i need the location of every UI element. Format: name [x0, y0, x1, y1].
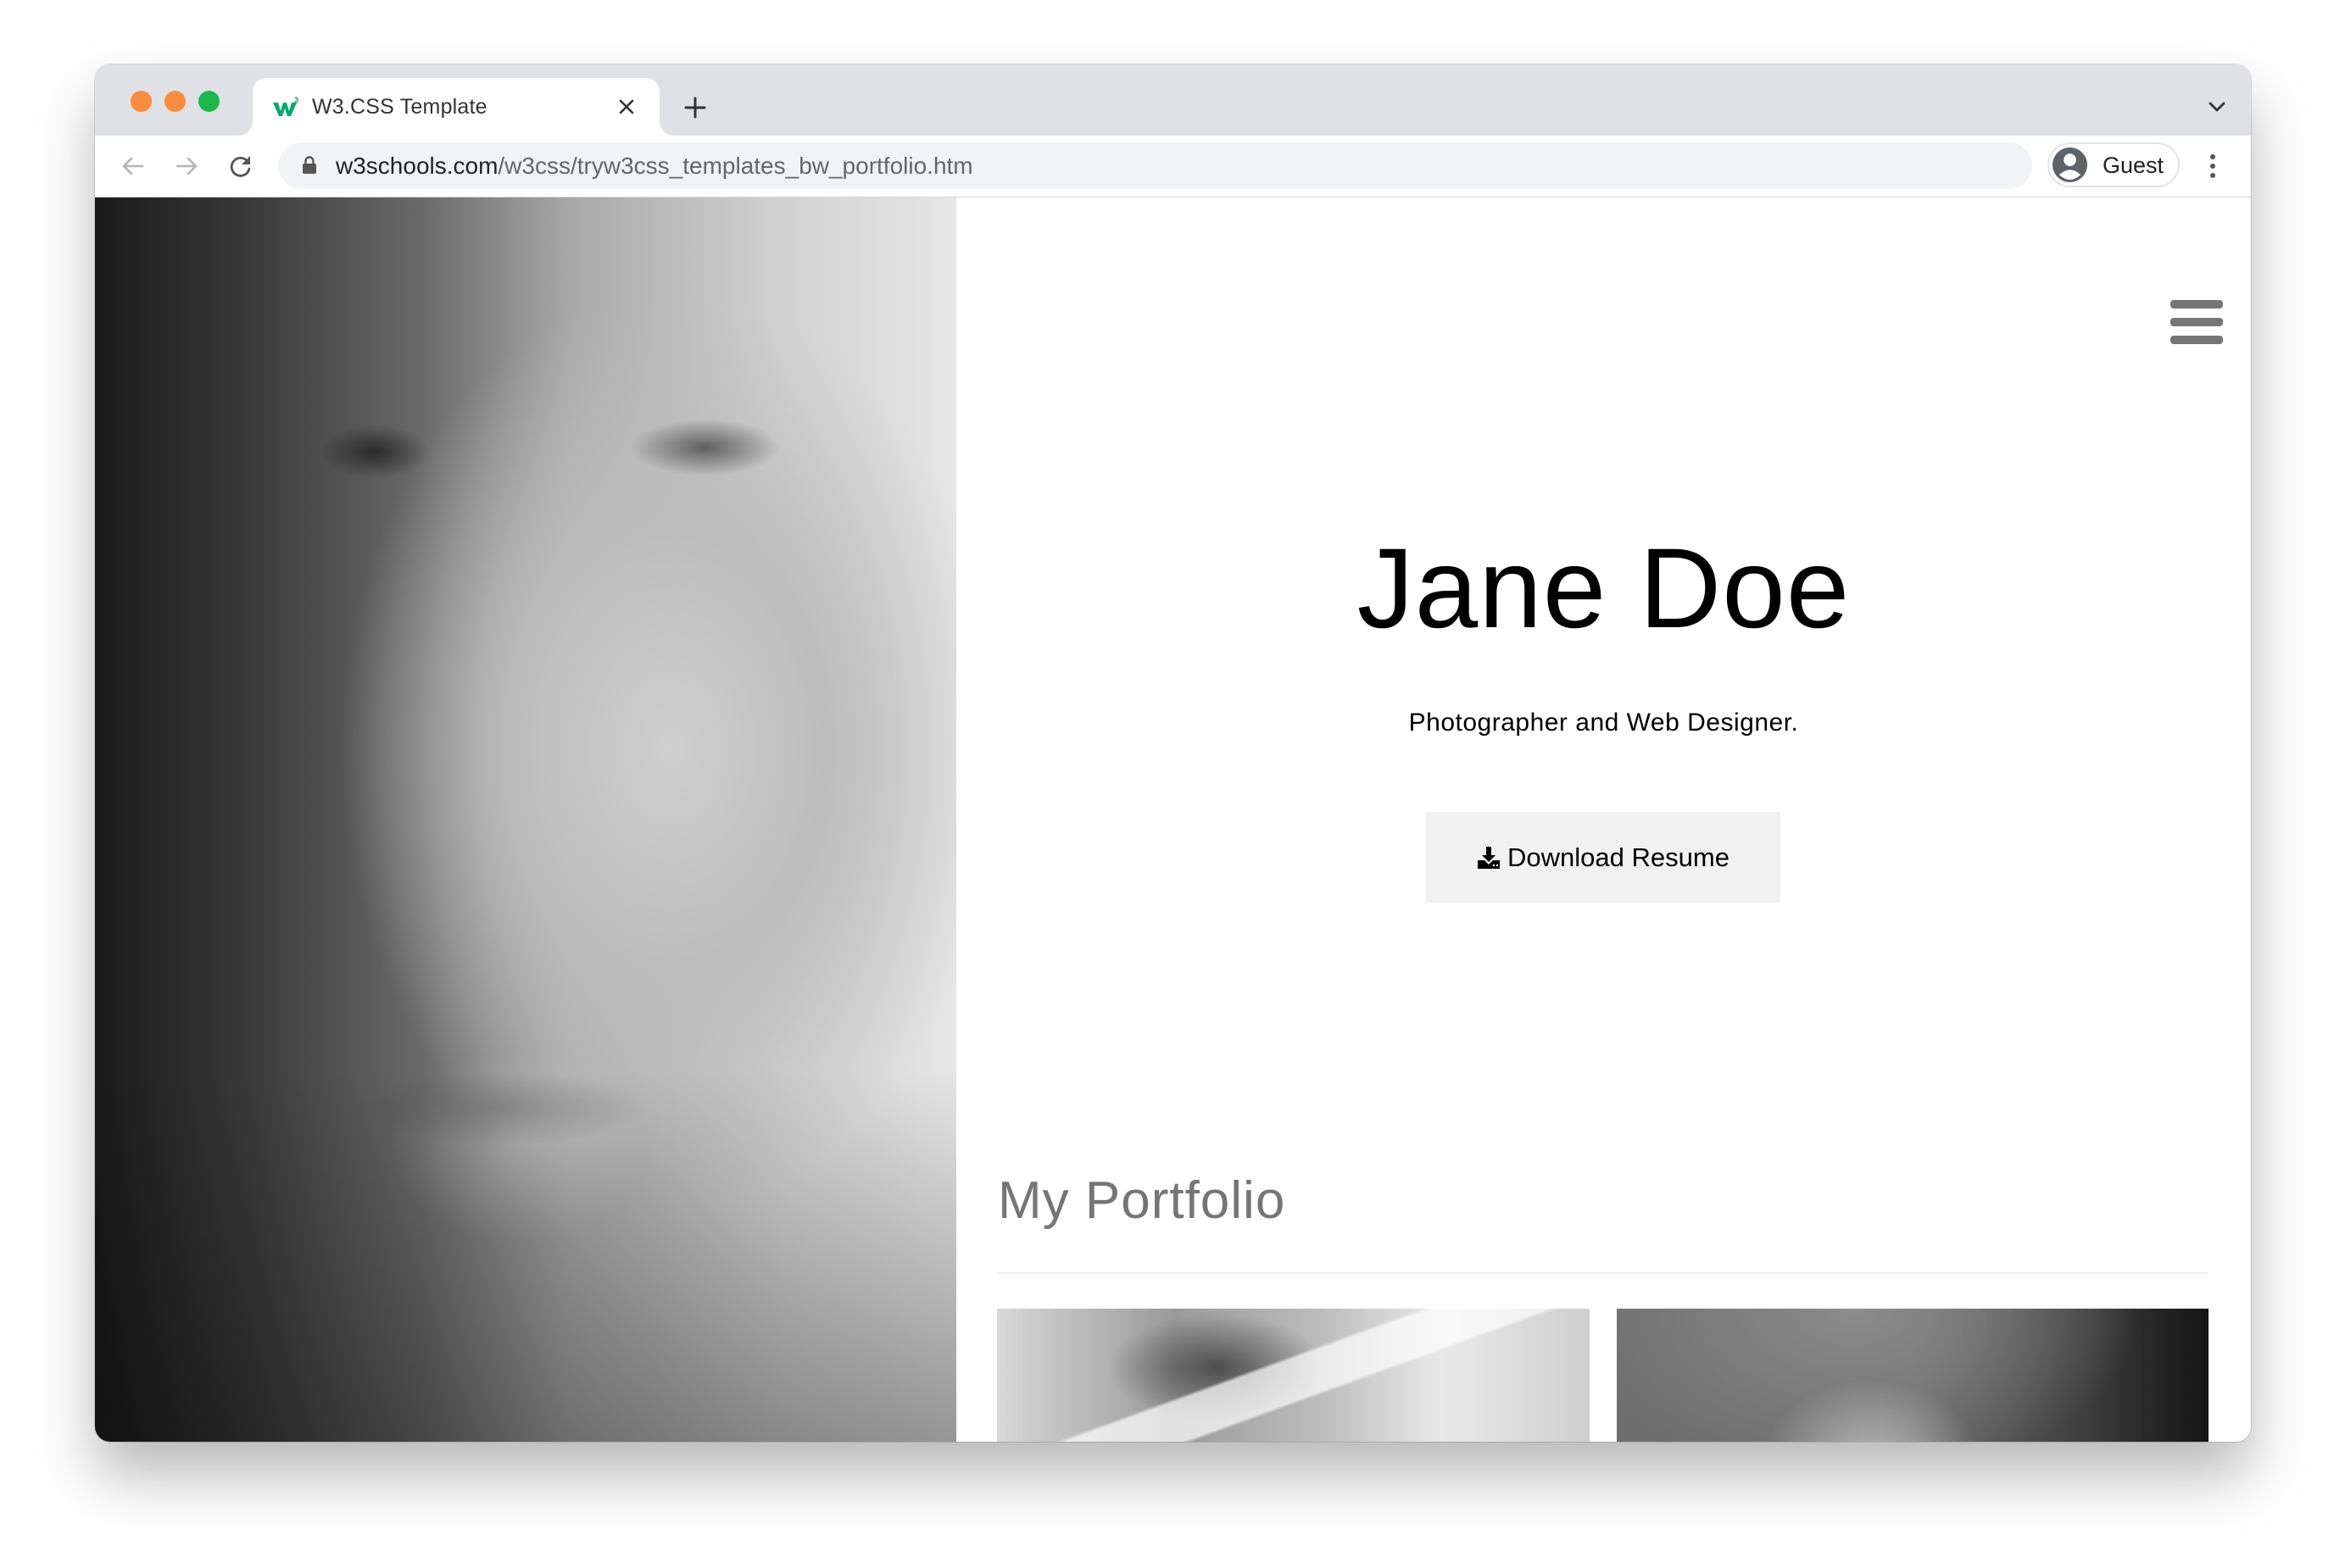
portfolio-image[interactable]: [997, 1309, 1590, 1442]
window-close-button[interactable]: [131, 91, 152, 112]
section-divider: [997, 1272, 2209, 1274]
kebab-menu-icon[interactable]: [2204, 151, 2221, 181]
browser-tab-active[interactable]: 3 W3.CSS Template: [239, 78, 673, 136]
browser-toolbar: w3schools.com/w3css/tryw3css_templates_b…: [95, 136, 2251, 197]
tab-bar: 3 W3.CSS Template: [95, 64, 2251, 136]
hero-portrait-image: [95, 197, 956, 1442]
profile-button[interactable]: Guest: [2047, 142, 2180, 187]
svg-text:3: 3: [294, 96, 298, 104]
download-resume-label: Download Resume: [1507, 842, 1730, 872]
reload-icon[interactable]: [227, 153, 254, 180]
window-maximize-button[interactable]: [198, 91, 220, 112]
hamburger-icon[interactable]: [2170, 300, 2223, 346]
url-path: /w3css/tryw3css_templates_bw_portfolio.h…: [498, 153, 973, 179]
tab-title: W3.CSS Template: [312, 95, 487, 119]
window-minimize-button[interactable]: [164, 91, 186, 112]
portfolio-heading: My Portfolio: [998, 1171, 1286, 1230]
download-icon: [1478, 846, 1501, 869]
url-text[interactable]: w3schools.com/w3css/tryw3css_templates_b…: [336, 153, 973, 180]
hero-tagline: Photographer and Web Designer.: [1408, 709, 1799, 737]
hero-name: Jane Doe: [1356, 525, 1851, 652]
url-host: w3schools.com: [336, 153, 499, 179]
browser-window: 3 W3.CSS Template w3schools.com/w3css/tr…: [95, 64, 2251, 1442]
plus-icon[interactable]: [682, 95, 708, 120]
page-content: Jane Doe Photographer and Web Designer. …: [95, 197, 2251, 1442]
address-bar[interactable]: w3schools.com/w3css/tryw3css_templates_b…: [278, 142, 2032, 189]
forward-arrow-icon[interactable]: [173, 153, 200, 180]
lock-icon: [303, 156, 316, 174]
profile-name: Guest: [2103, 153, 2164, 178]
portfolio-image[interactable]: [1617, 1309, 2209, 1442]
back-arrow-icon[interactable]: [120, 153, 147, 180]
chevron-down-icon[interactable]: [2205, 97, 2229, 117]
download-resume-button[interactable]: Download Resume: [1426, 812, 1780, 903]
w3schools-logo-icon: 3: [273, 96, 298, 116]
close-tab-icon[interactable]: [614, 94, 639, 120]
avatar-icon: [2052, 147, 2088, 183]
